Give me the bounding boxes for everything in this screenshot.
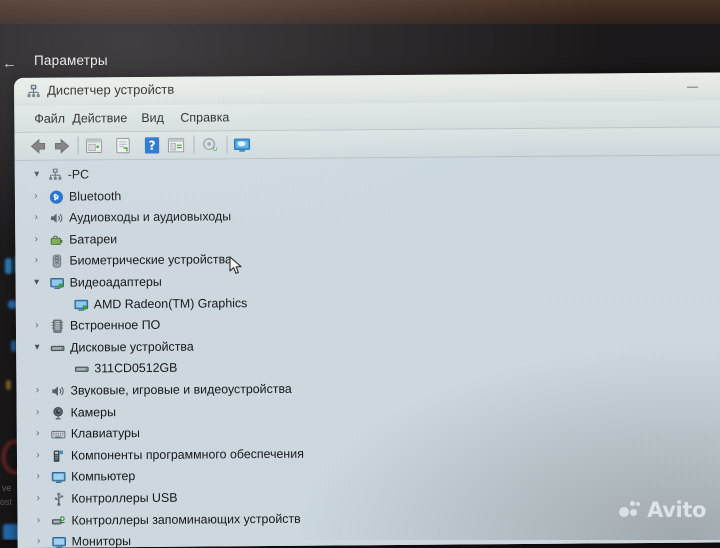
tree-item-label: Мониторы: [71, 534, 132, 548]
keyboard-icon: [51, 427, 66, 442]
usb-controller-icon: [51, 492, 66, 507]
avito-logo-icon: [619, 500, 641, 520]
device-manager-icon: [26, 84, 41, 99]
firmware-chip-icon: [50, 319, 65, 334]
chevron-down-icon[interactable]: ▾: [32, 169, 42, 181]
display-adapter-icon: [74, 297, 89, 312]
background-text-fragment: ost: [0, 497, 13, 507]
update-driver-button[interactable]: [113, 136, 132, 155]
back-arrow-icon[interactable]: ←: [2, 56, 17, 71]
avito-watermark: Avito: [619, 498, 706, 522]
toolbar-separator: [77, 136, 79, 155]
chevron-right-icon[interactable]: ›: [34, 536, 44, 548]
chevron-down-icon[interactable]: ▾: [32, 277, 42, 289]
device-tree[interactable]: ▾ -PC › Bluetooth › Аудиовходы и аудиовыход…: [14, 155, 720, 548]
battery-icon: [49, 232, 64, 247]
monitor-icon: [52, 535, 67, 548]
properties-button[interactable]: [84, 136, 103, 155]
speaker-icon: [50, 384, 65, 399]
chevron-right-icon[interactable]: ›: [33, 471, 43, 483]
disk-drive-icon: [74, 362, 89, 377]
show-hidden-button[interactable]: [166, 136, 185, 155]
mouse-pointer-icon: [229, 256, 243, 276]
camera-icon: [51, 405, 66, 420]
monitor-icon: [51, 470, 66, 485]
toolbar-separator: [193, 135, 195, 154]
tree-item-label: Батареи: [69, 231, 118, 247]
bluetooth-icon: [49, 189, 64, 204]
computer-node-icon: [48, 168, 63, 183]
menu-action[interactable]: Действие: [69, 110, 130, 126]
tree-item-label: Аудиовходы и аудиовыходы: [69, 209, 232, 225]
toolbar-separator: [226, 135, 228, 154]
speaker-icon: [49, 211, 64, 226]
menu-view[interactable]: Вид: [138, 110, 167, 126]
avito-watermark-text: Avito: [647, 498, 706, 522]
tree-item-label: Клавиатуры: [70, 426, 140, 441]
chevron-right-icon[interactable]: ›: [32, 320, 42, 332]
fingerprint-icon: [49, 254, 64, 269]
display-adapter-icon: [50, 276, 65, 291]
tree-root-label: -PC: [67, 167, 90, 182]
background-blob: [5, 258, 12, 274]
background-blob: [6, 380, 11, 390]
minimize-button[interactable]: [687, 86, 699, 88]
tree-item-label: Камеры: [70, 404, 117, 420]
storage-controller-icon: [51, 513, 66, 528]
tree-item-label: AMD Radeon(TM) Graphics: [93, 295, 248, 311]
tree-item-label: Контроллеры запоминающих устройств: [71, 511, 301, 528]
tree-children: › Bluetooth › Аудиовходы и аудиовыходы › Бата…: [15, 181, 720, 548]
tree-item-label: Контроллеры USB: [71, 490, 178, 506]
chevron-right-icon[interactable]: ›: [32, 385, 42, 397]
tree-item-label: Звуковые, игровые и видеоустройства: [70, 381, 292, 398]
tree-item-label: Видеоадаптеры: [69, 274, 162, 290]
tree-item-label: Компьютер: [71, 469, 136, 484]
software-component-icon: [51, 448, 66, 463]
disk-drive-icon: [50, 340, 65, 355]
settings-window-title: Параметры: [34, 53, 108, 68]
tree-item-label: Bluetooth: [68, 188, 122, 204]
chevron-right-icon[interactable]: ›: [33, 406, 43, 418]
chevron-right-icon[interactable]: ›: [31, 255, 41, 267]
chevron-right-icon[interactable]: ›: [33, 428, 43, 440]
monitor-bezel: [0, 0, 720, 26]
device-manager-window: Диспетчер устройств Файл Действие Вид Сп…: [14, 72, 720, 548]
scan-hardware-button[interactable]: [200, 135, 219, 154]
chevron-right-icon[interactable]: ›: [31, 212, 41, 224]
tree-item-label: Компоненты программного обеспечения: [70, 446, 304, 463]
tree-item-label: Биометрические устройства: [69, 252, 232, 268]
remote-monitor-button[interactable]: [232, 135, 251, 154]
chevron-right-icon[interactable]: ›: [33, 450, 43, 462]
chevron-right-icon[interactable]: ›: [31, 234, 41, 246]
tree-item-label: Дисковые устройства: [70, 339, 194, 355]
chevron-down-icon[interactable]: ▾: [32, 342, 42, 354]
chevron-right-icon[interactable]: ›: [33, 493, 43, 505]
background-text-fragment: ve: [2, 483, 12, 493]
forward-button[interactable]: [52, 137, 71, 156]
back-button[interactable]: [28, 137, 47, 156]
window-title: Диспетчер устройств: [47, 81, 175, 98]
tree-item-label: 311CD0512GB: [94, 361, 178, 376]
help-button[interactable]: ?: [142, 136, 161, 155]
chevron-right-icon[interactable]: ›: [31, 190, 41, 202]
menu-file[interactable]: Файл: [31, 111, 68, 127]
tree-item-label: Встроенное ПО: [69, 318, 161, 333]
chevron-right-icon[interactable]: ›: [33, 514, 43, 526]
menu-help[interactable]: Справка: [177, 109, 232, 125]
svg-text:?: ?: [148, 139, 155, 153]
